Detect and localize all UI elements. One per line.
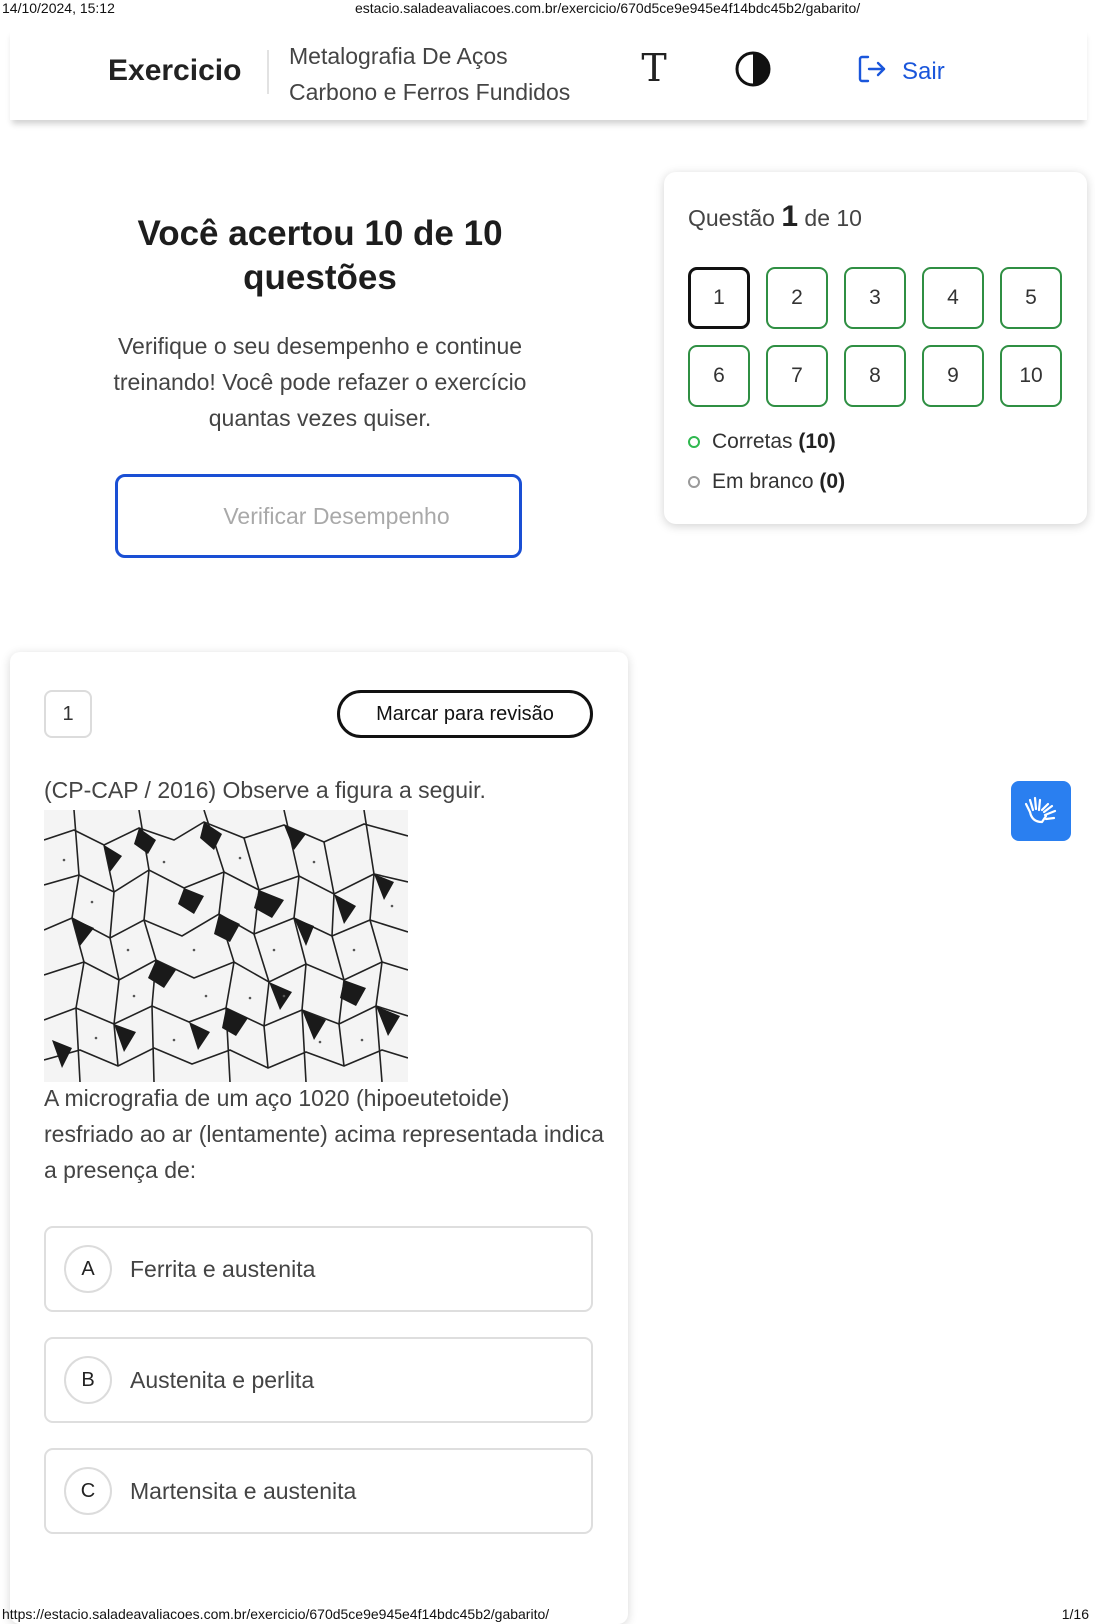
option-c-text: Martensita e austenita bbox=[130, 1477, 357, 1504]
course-title: Metalografia De Aços Carbono e Ferros Fu… bbox=[289, 38, 570, 110]
question-intro: (CP-CAP / 2016) Observe a figura a segui… bbox=[44, 777, 486, 803]
result-message: Verifique o seu desempenho e continue tr… bbox=[113, 333, 527, 431]
result-title: Você acertou 10 de 10 questões bbox=[137, 214, 503, 297]
contrast-icon[interactable] bbox=[734, 50, 772, 88]
correct-dot-icon bbox=[688, 436, 700, 448]
legend-correct-label: Corretas bbox=[712, 430, 793, 453]
navigator-title: Questão 1 de 10 bbox=[688, 200, 862, 234]
logout-icon bbox=[856, 53, 888, 92]
navigator-item-10[interactable]: 10 bbox=[1000, 345, 1062, 407]
option-c[interactable]: C Martensita e austenita bbox=[44, 1448, 593, 1534]
print-date: 14/10/2024, 15:12 bbox=[2, 0, 115, 16]
navigator-item-5[interactable]: 5 bbox=[1000, 267, 1062, 329]
option-b[interactable]: B Austenita e perlita bbox=[44, 1337, 593, 1423]
course-title-line1: Metalografia De Aços bbox=[289, 43, 508, 69]
blank-dot-icon bbox=[688, 476, 700, 488]
app-header: Exercicio Metalografia De Aços Carbono e… bbox=[10, 28, 1087, 120]
option-b-letter: B bbox=[64, 1356, 112, 1404]
mark-for-review-button[interactable]: Marcar para revisão bbox=[337, 690, 593, 738]
logout-label: Sair bbox=[902, 58, 945, 85]
option-a-letter: A bbox=[64, 1245, 112, 1293]
micrograph-image bbox=[44, 810, 408, 1082]
brand-title: Exercicio bbox=[108, 54, 242, 87]
navigator-item-6[interactable]: 6 bbox=[688, 345, 750, 407]
legend-blank-label: Em branco bbox=[712, 470, 814, 493]
navigator-item-1[interactable]: 1 bbox=[688, 267, 750, 329]
question-number: 1 bbox=[44, 690, 92, 738]
navigator-item-8[interactable]: 8 bbox=[844, 345, 906, 407]
verify-performance-button[interactable]: Verificar Desempenho bbox=[115, 474, 522, 558]
print-url: estacio.saladeavaliacoes.com.br/exercici… bbox=[355, 0, 861, 16]
navigator-item-2[interactable]: 2 bbox=[766, 267, 828, 329]
font-size-icon[interactable]: T bbox=[637, 48, 671, 88]
navigator-current-number: 1 bbox=[781, 200, 799, 233]
question-text: A micrografia de um aço 1020 (hipoeuteto… bbox=[44, 1085, 604, 1183]
option-a[interactable]: A Ferrita e austenita bbox=[44, 1226, 593, 1312]
legend-blank: Em branco (0) bbox=[688, 470, 845, 494]
logout-button[interactable]: Sair bbox=[856, 52, 945, 92]
header-divider bbox=[267, 50, 269, 94]
option-a-text: Ferrita e austenita bbox=[130, 1255, 316, 1282]
navigator-title-suffix: de 10 bbox=[804, 205, 862, 231]
navigator-item-7[interactable]: 7 bbox=[766, 345, 828, 407]
print-page-number: 1/16 bbox=[1061, 1606, 1089, 1622]
navigator-item-9[interactable]: 9 bbox=[922, 345, 984, 407]
navigator-item-4[interactable]: 4 bbox=[922, 267, 984, 329]
question-card: 1 Marcar para revisão (CP-CAP / 2016) Ob… bbox=[10, 652, 628, 1624]
question-navigator: Questão 1 de 10 1 2 3 4 5 6 7 8 9 10 Cor… bbox=[664, 172, 1087, 524]
course-title-line2: Carbono e Ferros Fundidos bbox=[289, 79, 571, 105]
libras-accessibility-button[interactable] bbox=[1011, 781, 1071, 841]
option-b-text: Austenita e perlita bbox=[130, 1366, 315, 1393]
legend-blank-count: (0) bbox=[819, 470, 846, 493]
legend-correct-count: (10) bbox=[798, 430, 836, 453]
navigator-item-3[interactable]: 3 bbox=[844, 267, 906, 329]
option-c-letter: C bbox=[64, 1467, 112, 1515]
hands-sign-language-icon bbox=[1024, 796, 1057, 824]
navigator-grid: 1 2 3 4 5 6 7 8 9 10 bbox=[688, 267, 1062, 407]
navigator-title-prefix: Questão bbox=[688, 205, 775, 231]
print-header: 14/10/2024, 15:12 estacio.saladeavaliaco… bbox=[0, 0, 1095, 16]
print-footer-url: https://estacio.saladeavaliacoes.com.br/… bbox=[2, 1606, 550, 1622]
legend-correct: Corretas (10) bbox=[688, 430, 836, 454]
